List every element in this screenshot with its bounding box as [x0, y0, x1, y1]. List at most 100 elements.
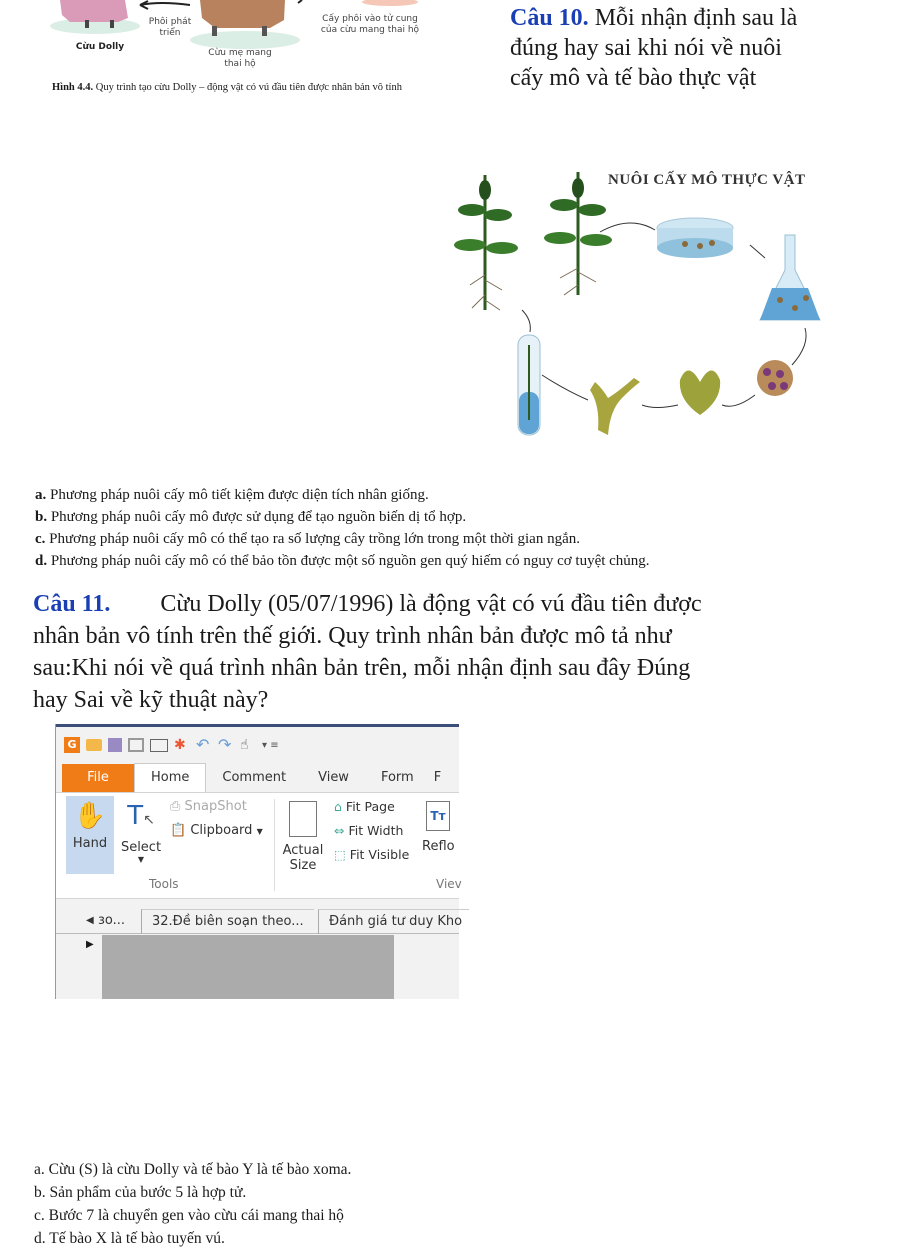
open-folder-icon[interactable]	[86, 739, 102, 751]
hand-label: Hand	[72, 836, 108, 851]
actual-size-button[interactable]: Actual Size	[280, 797, 326, 873]
doc-tab-3[interactable]: Đánh giá tư duy Kho	[318, 909, 469, 934]
document-view-area[interactable]	[102, 935, 394, 999]
touch-mode-icon[interactable]: ☝	[240, 737, 256, 753]
hand-icon: ✋	[73, 801, 107, 831]
figure-caption: Hình 4.4. Quy trình tạo cừu Dolly – động…	[52, 82, 402, 93]
hand-button[interactable]: ✋ Hand	[66, 796, 114, 874]
tissue-culture-illustration	[454, 172, 821, 436]
option-c: c. Phương pháp nuôi cấy mô có thể tạo ra…	[35, 528, 895, 550]
tab-home[interactable]: Home	[134, 763, 207, 792]
caption-text: Quy trình tạo cừu Dolly – động vật có vú…	[93, 82, 402, 93]
fit-width-label: Fit Width	[348, 823, 404, 838]
view-group-label: Viev	[436, 877, 462, 891]
undo-icon[interactable]: ↶	[196, 737, 212, 753]
snapshot-button[interactable]: ⎙ SnapShot	[170, 799, 247, 814]
tab-file[interactable]: File	[62, 764, 134, 792]
print-icon[interactable]	[128, 738, 144, 752]
q11-option-a: a. Cừu (S) là cừu Dolly và tế bào Y là t…	[34, 1161, 352, 1178]
ribbon-tabs: File Home Comment View Form F	[62, 762, 459, 792]
plant-2	[544, 172, 612, 296]
chevron-down-icon: ▼	[256, 827, 263, 836]
scroll-left-icon[interactable]: ◀	[86, 909, 94, 933]
question-11-line3: sau:Khi nói về quá trình nhân bản trên, …	[33, 655, 691, 681]
group-divider	[274, 799, 275, 891]
fit-page-button[interactable]: ⌂ Fit Page	[334, 799, 395, 814]
option-text: Phương pháp nuôi cấy mô có thể tạo ra số…	[45, 531, 580, 547]
new-icon[interactable]: ✱	[174, 737, 190, 753]
fit-width-icon: ⇔	[334, 823, 345, 838]
option-a: a. Phương pháp nuôi cấy mô tiết kiệm đượ…	[35, 484, 895, 506]
actual-size-label-2: Size	[289, 858, 317, 873]
question-11: Câu 11. Cừu Dolly (05/07/1996) là động vậ…	[33, 588, 893, 716]
tab-form[interactable]: Form	[365, 764, 430, 792]
tools-group-label: Tools	[149, 877, 179, 891]
label-phoi-phat-trien: Phôi phát triển	[148, 17, 192, 38]
dolly-figure: Phôi phát triển Cừu Dolly Cừu mẹ mang th…	[0, 0, 500, 75]
expand-right-icon[interactable]: ▶	[86, 939, 94, 950]
option-text: Phương pháp nuôi cấy mô tiết kiệm được d…	[46, 487, 429, 503]
tab-comment[interactable]: Comment	[206, 764, 302, 792]
question-10-line1: Mỗi nhận định sau là	[588, 5, 798, 31]
question-10-options: a. Phương pháp nuôi cấy mô tiết kiệm đượ…	[35, 484, 895, 572]
option-text: Phương pháp nuôi cấy mô được sử dụng để …	[47, 509, 467, 525]
question-11-number: Câu 11.	[33, 591, 111, 617]
fit-page-icon: ⌂	[334, 799, 342, 814]
tab-view[interactable]: View	[302, 764, 365, 792]
actual-size-label-1: Actual	[282, 843, 324, 858]
doc-tab-1[interactable]: ɜo...	[98, 909, 125, 933]
select-text-icon: T↖	[127, 801, 155, 831]
option-letter: c.	[35, 531, 46, 547]
fit-visible-button[interactable]: ⬚ Fit Visible	[334, 847, 409, 862]
clipboard-button[interactable]: 📋 Clipboard ▼	[170, 823, 263, 838]
doc-tab-2[interactable]: 32.Đề biên soạn theo...	[141, 909, 314, 934]
reflow-button[interactable]: Tт Reflo	[422, 801, 462, 854]
label-cuu-me: Cừu mẹ mang thai hộ	[208, 48, 272, 69]
fit-width-button[interactable]: ⇔ Fit Width	[334, 823, 403, 838]
option-letter: b.	[35, 509, 48, 525]
question-11-line1: Cừu Dolly (05/07/1996) là động vật có vú…	[160, 591, 702, 617]
label-cay-phoi: Cấy phôi vào tử cung của cừu mang thai h…	[320, 14, 420, 35]
option-b: b. Phương pháp nuôi cấy mô được sử dụng …	[35, 506, 895, 528]
option-letter: a.	[35, 487, 47, 503]
question-10-number: Câu 10.	[510, 5, 589, 31]
fit-visible-label: Fit Visible	[349, 847, 410, 862]
option-letter: d.	[35, 553, 48, 569]
app-logo-icon[interactable]: G	[64, 737, 80, 753]
q11-option-b: b. Sản phẩm của bước 5 là hợp tử.	[34, 1184, 247, 1201]
plant-1	[454, 175, 518, 311]
reflow-label: Reflo	[422, 839, 455, 854]
customize-icon[interactable]: ▾ ≡	[262, 740, 279, 751]
reflow-icon: Tт	[426, 801, 450, 831]
question-10-line2: đúng hay sai khi nói về nuôi	[510, 35, 782, 61]
snapshot-label: SnapShot	[184, 799, 247, 814]
actual-size-icon	[289, 801, 317, 837]
chevron-down-icon: ▼	[137, 855, 145, 864]
camera-icon: ⎙	[170, 799, 181, 814]
document-tabs: ◀ ɜo... 32.Đề biên soạn theo... Đánh giá…	[56, 907, 469, 934]
clipboard-icon: 📋	[170, 823, 187, 838]
pdf-reader-screenshot: G ✱ ↶ ↷ ☝ ▾ ≡ File Home Comment View For…	[55, 724, 469, 999]
select-button[interactable]: T↖ Select ▼	[118, 796, 164, 864]
caption-label: Hình 4.4.	[52, 82, 94, 93]
question-11-line4: hay Sai về kỹ thuật này?	[33, 687, 269, 713]
question-11-line2: nhân bản vô tính trên thế giới. Quy trìn…	[33, 623, 672, 649]
q11-option-d: d. Tế bào X là tế bào tuyến vú.	[34, 1230, 225, 1247]
fit-page-label: Fit Page	[345, 799, 395, 814]
clipboard-label: Clipboard	[190, 823, 253, 838]
question-11-options: a. Cừu (S) là cừu Dolly và tế bào Y là t…	[34, 1158, 894, 1250]
redo-icon[interactable]: ↷	[218, 737, 234, 753]
tab-more[interactable]: F	[430, 764, 445, 792]
option-text: Phương pháp nuôi cấy mô có thể bảo tồn đ…	[47, 553, 650, 569]
label-cuu-dolly: Cừu Dolly	[75, 42, 125, 52]
window-top-border	[56, 724, 459, 727]
q11-option-c: c. Bước 7 là chuyển gen vào cừu cái mang…	[34, 1207, 344, 1224]
tissue-culture-figure: NUÔI CẤY MÔ THỰC VẬT	[450, 160, 840, 450]
question-10: Câu 10. Mỗi nhận định sau là đúng hay sa…	[510, 3, 900, 93]
ribbon-panel: ✋ Hand T↖ Select ▼ ⎙ SnapShot 📋 Clipboar…	[56, 792, 462, 899]
question-10-line3: cấy mô và tế bào thực vật	[510, 65, 757, 91]
option-d: d. Phương pháp nuôi cấy mô có thể bảo tồ…	[35, 550, 895, 572]
save-icon[interactable]	[108, 738, 122, 752]
email-icon[interactable]	[150, 738, 168, 752]
select-label: Select	[120, 840, 162, 855]
